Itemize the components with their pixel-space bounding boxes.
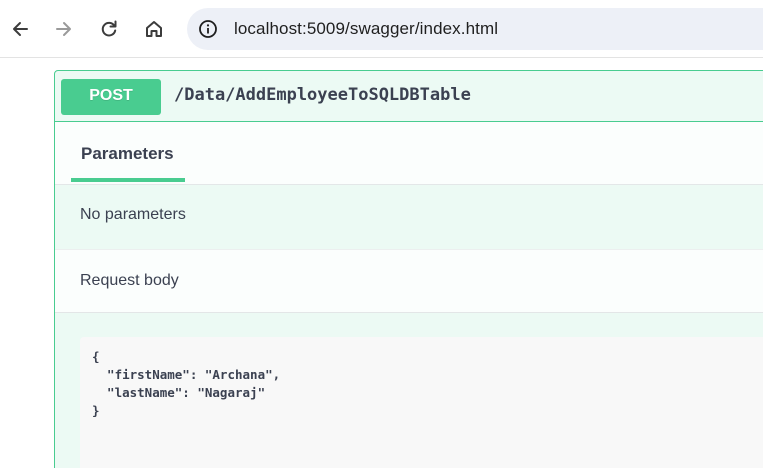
reload-button[interactable] [92,12,126,46]
tab-parameters-label: Parameters [81,144,174,163]
back-icon [13,22,28,36]
request-body-example: { "firstName": "Archana", "lastName": "N… [80,337,763,468]
tab-parameters[interactable]: Parameters [71,122,185,185]
home-button[interactable] [137,12,171,46]
home-icon [146,21,162,37]
back-button[interactable] [3,12,37,46]
browser-toolbar: localhost:5009/swagger/index.html [0,0,763,58]
request-body-label: Request body [80,272,179,289]
address-bar[interactable]: localhost:5009/swagger/index.html [187,8,763,50]
swagger-page: POST /Data/AddEmployeeToSQLDBTable Param… [0,59,763,468]
operation-path: /Data/AddEmployeeToSQLDBTable [174,85,471,105]
site-info-icon[interactable] [198,19,218,39]
request-body-json: { "firstName": "Archana", "lastName": "N… [92,349,281,418]
method-badge: POST [61,79,161,115]
request-body-header: Request body [55,249,763,313]
operation-summary[interactable]: POST /Data/AddEmployeeToSQLDBTable [55,71,763,122]
parameters-section: No parameters [55,185,763,249]
operation-block: POST /Data/AddEmployeeToSQLDBTable Param… [54,70,763,468]
forward-button[interactable] [47,12,81,46]
no-parameters-text: No parameters [80,206,186,223]
forward-icon [56,22,71,36]
reload-icon [101,20,117,37]
parameters-tab-header: Parameters [55,122,763,185]
url-text[interactable]: localhost:5009/swagger/index.html [234,19,498,39]
active-tab-indicator [71,178,185,182]
